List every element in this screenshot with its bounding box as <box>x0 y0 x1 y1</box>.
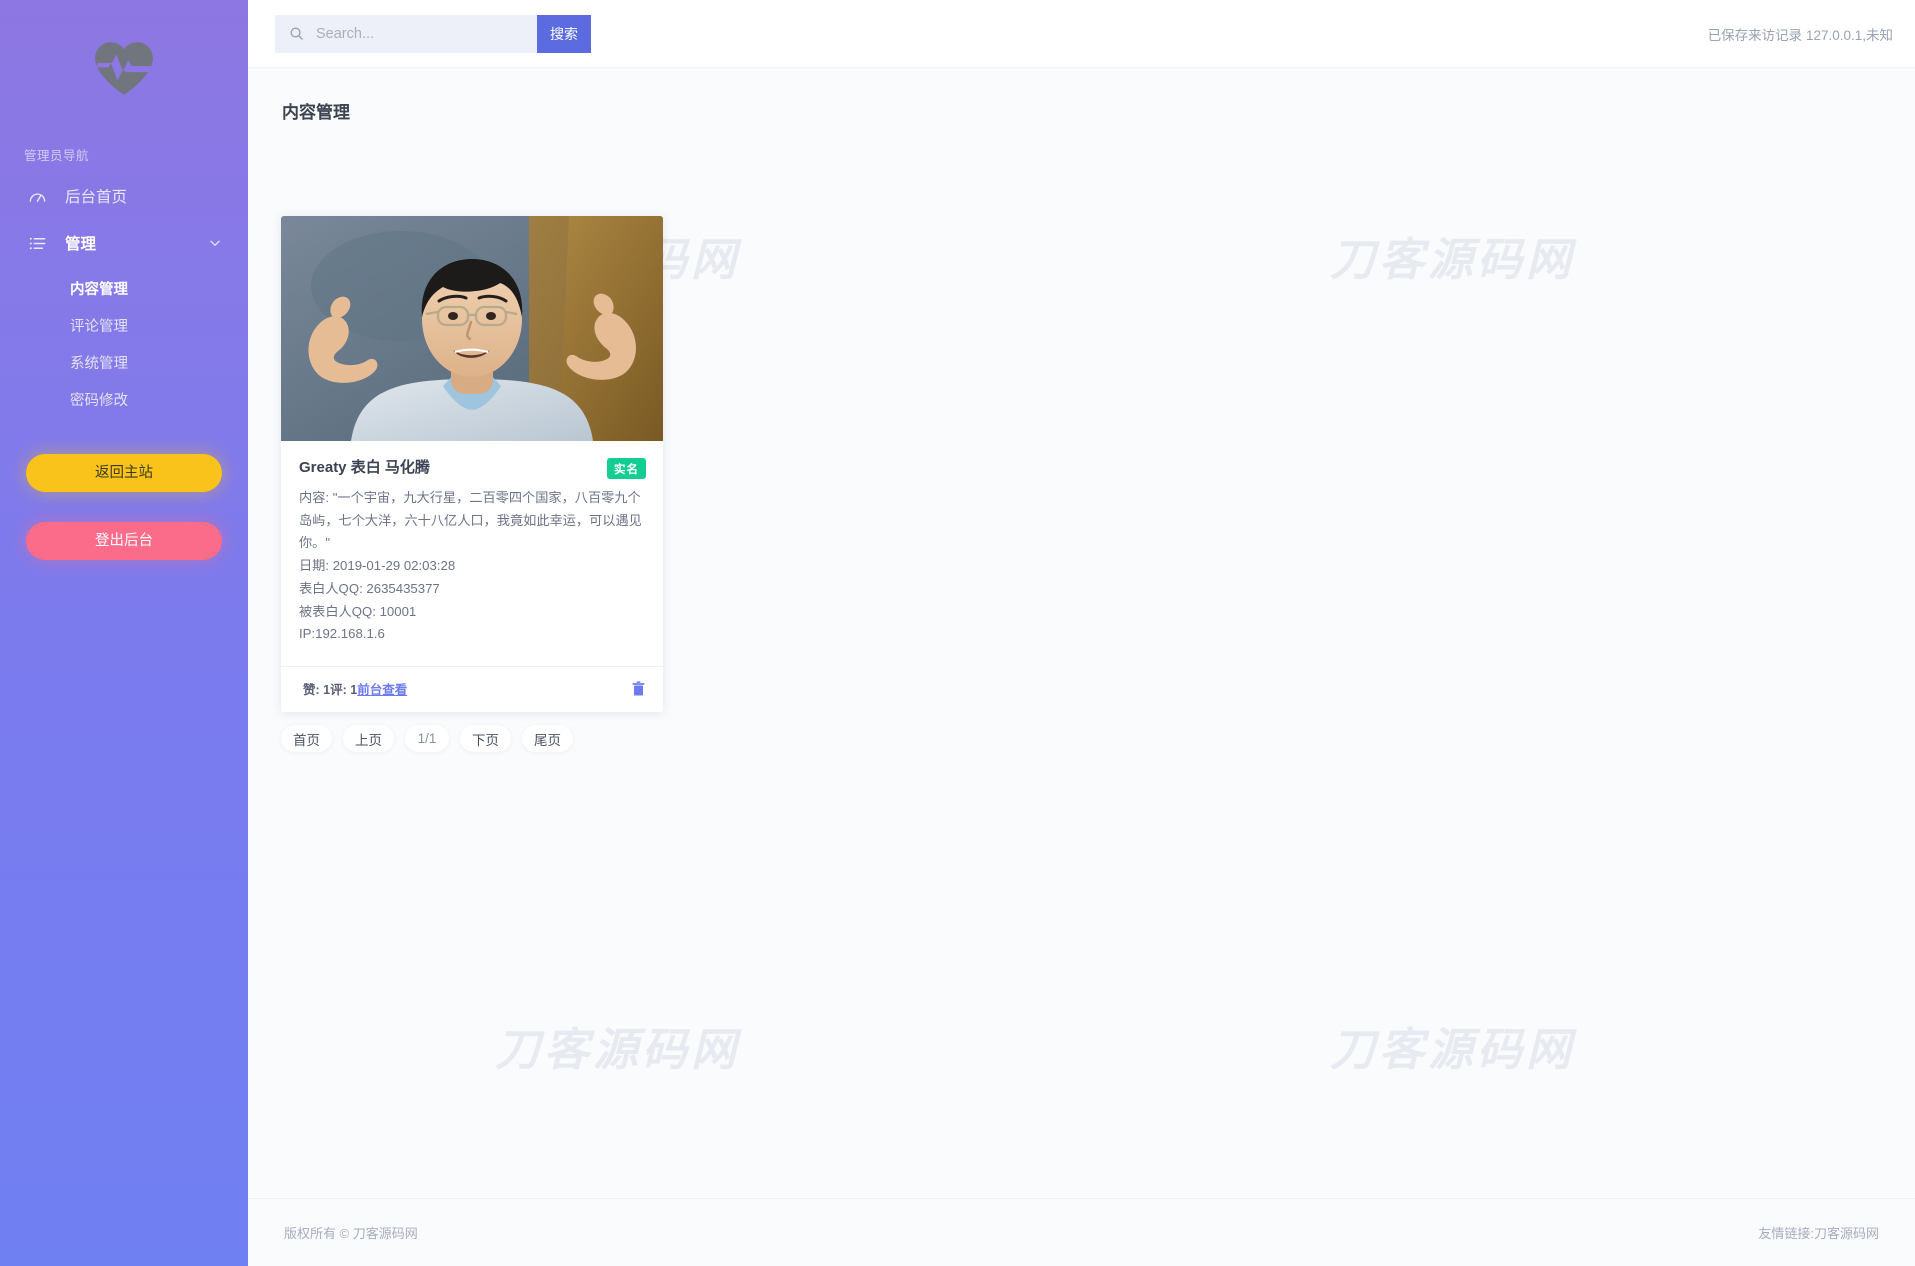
search-group: 搜索 <box>275 14 591 53</box>
card-body: Greaty 表白 马化腾 实名 内容: "一个宇宙，九大行星，二百零四个国家，… <box>281 441 663 650</box>
watermark: 刀客源码网 <box>495 1024 741 1075</box>
pagination-current: 1/1 <box>405 725 449 752</box>
card-title: Greaty 表白 马化腾 <box>299 459 430 476</box>
sidebar-item-manage[interactable]: 管理 <box>0 218 248 268</box>
watermark: 刀客源码网 <box>1330 1024 1576 1075</box>
pagination: 首页 上页 1/1 下页 尾页 <box>281 725 573 752</box>
sidebar: 管理员导航 后台首页 管理 内容管理 评论管理 系统管理 密码修改 返回主站 登… <box>0 0 248 1266</box>
sidebar-item-dashboard[interactable]: 后台首页 <box>0 174 248 218</box>
card-content-text: 内容: "一个宇宙，九大行星，二百零四个国家，八百零九个岛屿，七个大洋，六十八亿… <box>299 490 642 551</box>
card-ip: IP:192.168.1.6 <box>299 626 385 642</box>
heartbeat-logo-icon <box>91 35 157 101</box>
search-button[interactable]: 搜索 <box>537 14 591 53</box>
card-receiver-qq: 被表白人QQ: 10001 <box>299 603 417 619</box>
pagination-first[interactable]: 首页 <box>281 725 332 752</box>
sidebar-item-label: 管理 <box>65 236 97 253</box>
chevron-down-icon[interactable] <box>208 236 222 250</box>
page-title: 内容管理 <box>282 103 350 122</box>
card-stats-text: 赞: 1评: 1 <box>303 682 358 697</box>
watermark: 刀客源码网 <box>1330 234 1576 285</box>
card-stats: 赞: 1评: 1前台查看 <box>303 679 407 698</box>
sidebar-item-comment-management[interactable]: 评论管理 <box>0 307 248 344</box>
back-to-site-button[interactable]: 返回主站 <box>26 454 222 492</box>
pagination-last[interactable]: 尾页 <box>522 725 573 752</box>
search-box[interactable] <box>275 14 537 53</box>
logout-button[interactable]: 登出后台 <box>26 522 222 560</box>
card-footer: 赞: 1评: 1前台查看 <box>281 665 663 712</box>
card-date: 日期: 2019-01-29 02:03:28 <box>299 558 456 574</box>
footer-friend-link[interactable]: 友情链接:刀客源码网 <box>1758 1223 1879 1242</box>
pulse-chart-icon <box>28 187 47 206</box>
status-badge: 实名 <box>607 458 646 479</box>
footer: 版权所有 © 刀客源码网 友情链接:刀客源码网 <box>248 1198 1915 1266</box>
content-area: 内容管理 刀客源码网 刀客源码网 刀客源码网 刀客源码网 <box>248 67 1915 1198</box>
sidebar-item-change-password[interactable]: 密码修改 <box>0 381 248 418</box>
footer-copyright: 版权所有 © 刀客源码网 <box>284 1226 418 1241</box>
content-card[interactable]: Greaty 表白 马化腾 实名 内容: "一个宇宙，九大行星，二百零四个国家，… <box>281 216 663 712</box>
nav-section-title: 管理员导航 <box>24 149 90 163</box>
logo[interactable] <box>0 0 248 135</box>
main-area: 搜索 已保存来访记录 127.0.0.1,未知 内容管理 刀客源码网 刀客源码网… <box>248 0 1915 1266</box>
search-input[interactable] <box>316 25 523 42</box>
sidebar-item-label: 后台首页 <box>65 189 128 206</box>
delete-button[interactable] <box>632 681 645 696</box>
card-sender-qq: 表白人QQ: 2635435377 <box>299 580 440 596</box>
topbar: 搜索 已保存来访记录 127.0.0.1,未知 <box>248 0 1915 67</box>
list-icon <box>28 234 47 253</box>
visit-record-note: 已保存来访记录 127.0.0.1,未知 <box>1707 27 1893 43</box>
trash-icon <box>632 681 645 696</box>
search-icon <box>289 26 304 41</box>
sidebar-item-system-management[interactable]: 系统管理 <box>0 344 248 381</box>
admin-page: 管理员导航 后台首页 管理 内容管理 评论管理 系统管理 密码修改 返回主站 登… <box>0 0 1915 1266</box>
front-view-link[interactable]: 前台查看 <box>357 683 407 697</box>
pagination-prev[interactable]: 上页 <box>343 725 394 752</box>
sidebar-submenu: 内容管理 评论管理 系统管理 密码修改 <box>0 268 248 424</box>
pagination-next[interactable]: 下页 <box>460 725 511 752</box>
card-photo <box>281 216 663 441</box>
sidebar-item-content-management[interactable]: 内容管理 <box>0 270 248 307</box>
